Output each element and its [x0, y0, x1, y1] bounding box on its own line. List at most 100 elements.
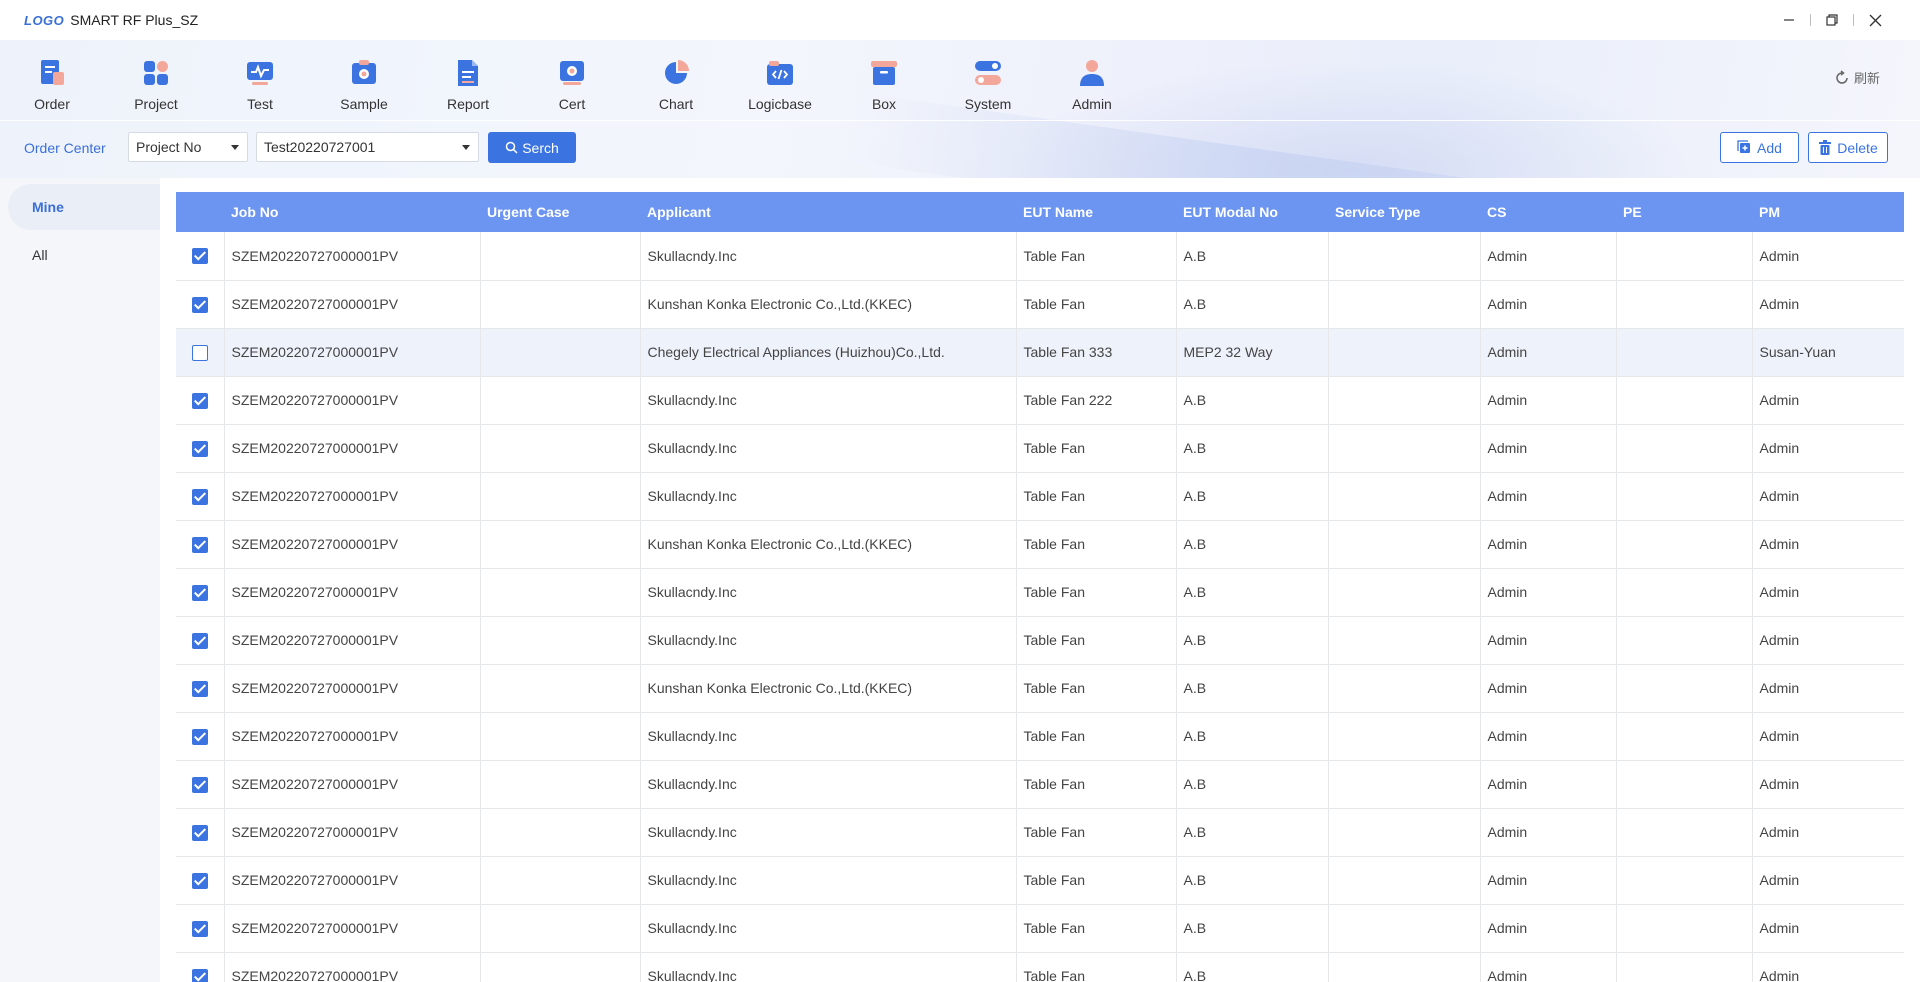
value-select[interactable]: Test20220727001: [256, 132, 479, 162]
table-row[interactable]: SZEM20220727000001PV Skullacndy.Inc Table …: [176, 904, 1904, 953]
row-checkbox[interactable]: [191, 632, 208, 649]
row-checkbox[interactable]: [191, 248, 208, 265]
eut-modal-no-cell: A.B: [1176, 376, 1329, 425]
minimize-button[interactable]: [1768, 0, 1810, 40]
order-icon: [41, 60, 64, 85]
row-checkbox[interactable]: [191, 920, 208, 937]
nav-item-admin[interactable]: Admin: [1040, 40, 1144, 120]
eut-modal-no-cell: A.B: [1176, 424, 1329, 473]
close-button[interactable]: [1854, 0, 1896, 40]
column-header-urgent-case[interactable]: Urgent Case: [480, 192, 640, 232]
box-icon: [871, 61, 897, 85]
row-checkbox[interactable]: [191, 392, 208, 409]
row-checkbox[interactable]: [191, 872, 208, 889]
eut-name-cell: Table Fan 333: [1016, 328, 1177, 377]
table-row[interactable]: SZEM20220727000001PV Chegely Electrical A…: [176, 328, 1904, 377]
add-button[interactable]: Add: [1720, 132, 1799, 163]
delete-button[interactable]: Delete: [1808, 132, 1888, 163]
nav-item-test[interactable]: Test: [208, 40, 312, 120]
service-type-cell: [1328, 472, 1481, 521]
pe-cell: [1616, 712, 1753, 761]
table-row[interactable]: SZEM20220727000001PV Skullacndy.Inc Table …: [176, 952, 1904, 982]
eut-name-cell: Table Fan: [1016, 616, 1177, 665]
row-checkbox[interactable]: [191, 680, 208, 697]
row-checkbox[interactable]: [191, 824, 208, 841]
nav-item-system[interactable]: System: [936, 40, 1040, 120]
table-header-row: Job No Urgent Case Applicant EUT Name EUT Mo…: [176, 192, 1904, 232]
table-row[interactable]: SZEM20220727000001PV Skullacndy.Inc Table …: [176, 424, 1904, 473]
sidebar-item-mine[interactable]: Mine: [8, 184, 160, 230]
table-row[interactable]: SZEM20220727000001PV Skullacndy.Inc Table …: [176, 376, 1904, 425]
nav-item-order[interactable]: Order: [0, 40, 104, 120]
eut-modal-no-cell: A.B: [1176, 472, 1329, 521]
restore-button[interactable]: [1811, 0, 1853, 40]
window-title: SMART RF Plus_SZ: [70, 12, 199, 28]
table-row[interactable]: SZEM20220727000001PV Skullacndy.Inc Table …: [176, 712, 1904, 761]
cs-cell: Admin: [1480, 952, 1617, 982]
urgent-case-cell: [480, 280, 641, 329]
nav-item-label: Box: [871, 96, 897, 112]
eut-modal-no-cell: A.B: [1176, 760, 1329, 809]
nav-item-sample[interactable]: Sample: [312, 40, 416, 120]
service-type-cell: [1328, 856, 1481, 905]
table-row[interactable]: SZEM20220727000001PV Skullacndy.Inc Table …: [176, 232, 1904, 281]
table-row[interactable]: SZEM20220727000001PV Skullacndy.Inc Table …: [176, 472, 1904, 521]
pe-cell: [1616, 376, 1753, 425]
eut-modal-no-cell: A.B: [1176, 280, 1329, 329]
column-header-cs[interactable]: CS: [1480, 192, 1616, 232]
row-checkbox[interactable]: [191, 440, 208, 457]
table-row[interactable]: SZEM20220727000001PV Skullacndy.Inc Table …: [176, 616, 1904, 665]
column-header-select[interactable]: [176, 192, 224, 232]
nav-item-label: Test: [247, 96, 273, 112]
row-checkbox[interactable]: [191, 536, 208, 553]
nav-item-project[interactable]: Project: [104, 40, 208, 120]
service-type-cell: [1328, 952, 1481, 982]
pe-cell: [1616, 904, 1753, 953]
refresh-button[interactable]: 刷新: [1834, 68, 1880, 87]
eut-name-cell: Table Fan: [1016, 712, 1177, 761]
row-checkbox[interactable]: [191, 728, 208, 745]
nav-item-label: Logicbase: [748, 96, 812, 112]
eut-name-cell: Table Fan: [1016, 232, 1177, 281]
row-checkbox[interactable]: [191, 296, 208, 313]
search-button[interactable]: Serch: [488, 132, 576, 163]
row-checkbox[interactable]: [191, 968, 208, 982]
column-header-eut-modal-no[interactable]: EUT Modal No: [1176, 192, 1328, 232]
row-checkbox[interactable]: [191, 584, 208, 601]
column-header-pe[interactable]: PE: [1616, 192, 1752, 232]
add-icon: [1737, 140, 1751, 153]
nav-item-chart[interactable]: Chart: [624, 40, 728, 120]
applicant-cell: Skullacndy.Inc: [640, 904, 1017, 953]
column-header-applicant[interactable]: Applicant: [640, 192, 1016, 232]
applicant-cell: Kunshan Konka Electronic Co.,Ltd.(KKEC): [640, 280, 1017, 329]
nav-item-box[interactable]: Box: [832, 40, 936, 120]
row-checkbox[interactable]: [191, 488, 208, 505]
row-checkbox[interactable]: [191, 344, 208, 361]
caret-down-icon: [462, 145, 470, 150]
sidebar-item-all[interactable]: All: [8, 232, 160, 278]
table-row[interactable]: SZEM20220727000001PV Kunshan Konka Electr…: [176, 280, 1904, 329]
nav-item-report[interactable]: Report: [416, 40, 520, 120]
table-row[interactable]: SZEM20220727000001PV Skullacndy.Inc Table …: [176, 568, 1904, 617]
pe-cell: [1616, 808, 1753, 857]
table-row[interactable]: SZEM20220727000001PV Skullacndy.Inc Table …: [176, 808, 1904, 857]
column-header-job-no[interactable]: Job No: [224, 192, 480, 232]
row-checkbox[interactable]: [191, 776, 208, 793]
nav-item-cert[interactable]: Cert: [520, 40, 624, 120]
app-logo: LOGO: [24, 12, 65, 28]
job-no-cell: SZEM20220727000001PV: [224, 520, 481, 569]
column-header-service-type[interactable]: Service Type: [1328, 192, 1480, 232]
eut-modal-no-cell: A.B: [1176, 808, 1329, 857]
table-row[interactable]: SZEM20220727000001PV Skullacndy.Inc Table …: [176, 856, 1904, 905]
table-row[interactable]: SZEM20220727000001PV Kunshan Konka Electr…: [176, 520, 1904, 569]
cs-cell: Admin: [1480, 760, 1617, 809]
restore-icon: [1826, 14, 1838, 26]
report-icon: [458, 60, 478, 86]
column-header-pm[interactable]: PM: [1752, 192, 1904, 232]
table-row[interactable]: SZEM20220727000001PV Skullacndy.Inc Table …: [176, 760, 1904, 809]
nav-item-logicbase[interactable]: Logicbase: [728, 40, 832, 120]
table-row[interactable]: SZEM20220727000001PV Kunshan Konka Electr…: [176, 664, 1904, 713]
cs-cell: Admin: [1480, 664, 1617, 713]
column-header-eut-name[interactable]: EUT Name: [1016, 192, 1176, 232]
field-select[interactable]: Project No: [128, 132, 248, 162]
